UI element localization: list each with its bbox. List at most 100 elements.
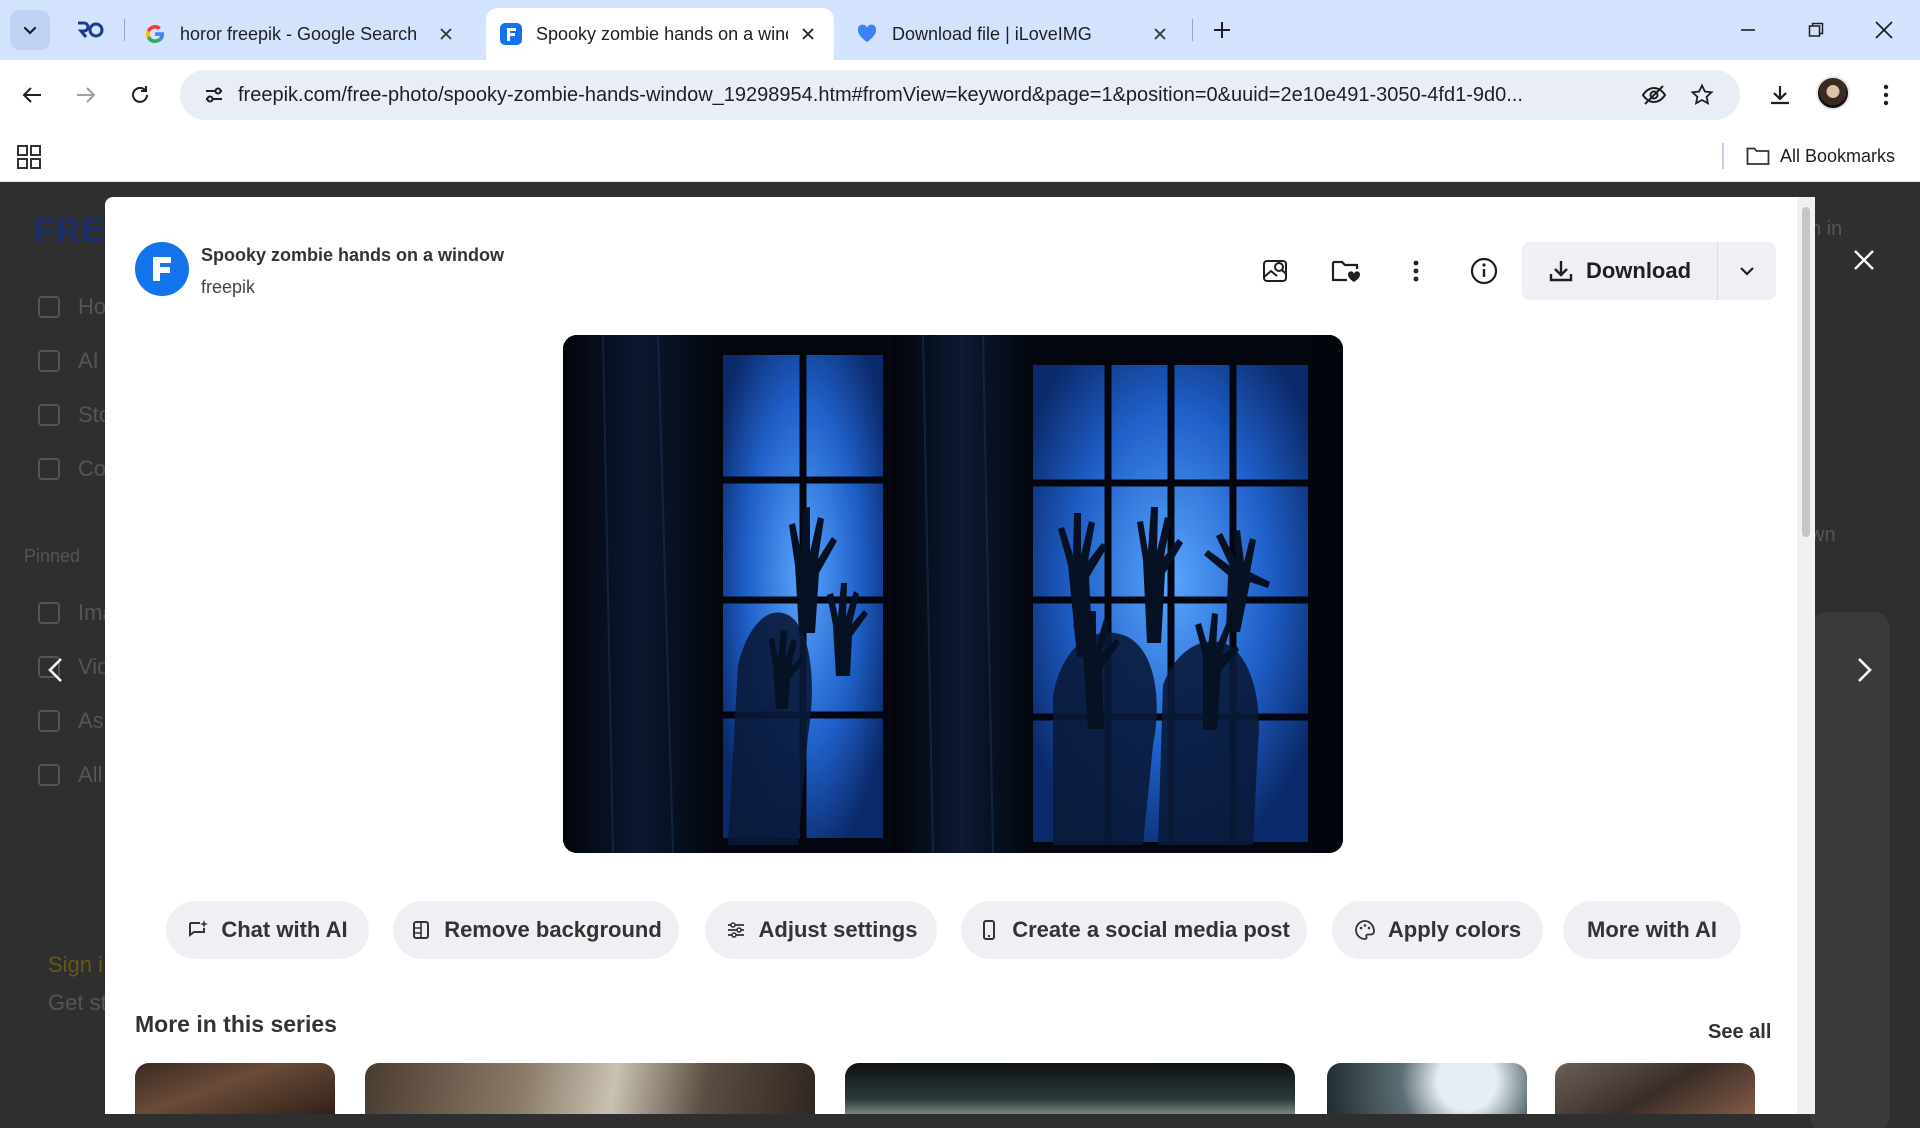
bg-sign-in: Sign i (48, 952, 104, 977)
restore-icon (1808, 22, 1824, 37)
downloads-button[interactable] (1760, 75, 1800, 115)
plus-icon (1214, 22, 1230, 38)
apply-colors-button[interactable]: Apply colors (1332, 901, 1543, 959)
download-label: Download (1585, 258, 1692, 283)
close-icon[interactable] (1148, 22, 1172, 46)
tab-separator (124, 19, 125, 41)
back-button[interactable] (12, 75, 52, 115)
chevron-down-icon (23, 26, 37, 35)
reload-button[interactable] (120, 75, 160, 115)
image-search-icon (1263, 260, 1287, 282)
new-tab-button[interactable] (1206, 14, 1238, 46)
sliders-icon (725, 919, 747, 941)
all-bookmarks-label: All Bookmarks (1780, 145, 1896, 166)
series-thumbnail[interactable] (845, 1063, 1295, 1114)
kebab-menu-icon (1883, 84, 1889, 106)
palette-icon (1354, 919, 1376, 941)
download-button[interactable]: Download (1522, 242, 1718, 300)
address-bar[interactable]: freepik.com/free-photo/spooky-zombie-han… (180, 70, 1740, 120)
all-bookmarks-button[interactable]: All Bookmarks (1746, 142, 1895, 170)
kebab-menu-icon (1413, 260, 1419, 282)
create-social-post-button[interactable]: Create a social media post (961, 901, 1307, 959)
browser-menu-button[interactable] (1866, 75, 1906, 115)
ai-action-label: Adjust settings (758, 917, 918, 942)
close-icon[interactable] (434, 22, 458, 46)
bookmarks-separator (1722, 143, 1724, 169)
bg-sidebar-item: Ho (38, 294, 106, 320)
apps-grid-icon[interactable] (14, 142, 44, 172)
image-search-button[interactable] (1254, 249, 1298, 293)
profile-avatar[interactable] (1816, 76, 1850, 110)
info-button[interactable] (1462, 249, 1506, 293)
tab-title: Download file | iLoveIMG (892, 23, 1092, 44)
ai-action-label: More with AI (1587, 917, 1717, 942)
tab-freepik-active[interactable]: Spooky zombie hands on a window (486, 8, 834, 60)
chevron-down-icon (1740, 267, 1754, 276)
background-logo: FRE (34, 212, 105, 250)
chat-with-ai-button[interactable]: Chat with AI (166, 901, 369, 959)
arrow-left-icon (22, 87, 41, 103)
bg-pinned-label: Pinned (24, 546, 81, 566)
pinned-tab[interactable] (70, 14, 110, 46)
resource-detail-modal: Spooky zombie hands on a window freepik … (105, 197, 1815, 1114)
minimize-icon (1741, 29, 1755, 31)
info-icon (1470, 257, 1498, 285)
bg-sidebar-item: Sto (38, 402, 111, 428)
freepik-logo-icon (153, 257, 171, 281)
minimize-button[interactable] (1718, 8, 1778, 52)
close-icon (1854, 250, 1874, 270)
download-options-button[interactable] (1718, 242, 1776, 300)
tab-search-button[interactable] (10, 10, 50, 50)
ro-logo-icon (77, 21, 104, 38)
restore-button[interactable] (1786, 8, 1846, 52)
preview-image[interactable] (563, 335, 1343, 853)
bg-sidebar-item: Co (38, 456, 106, 482)
download-icon (1771, 86, 1789, 105)
eye-off-icon[interactable] (1634, 75, 1674, 115)
remove-background-button[interactable]: Remove background (393, 901, 679, 959)
download-button-group: Download (1522, 242, 1776, 300)
previous-resource-button[interactable] (36, 650, 76, 690)
ai-action-label: Chat with AI (221, 917, 348, 942)
heart-icon (856, 23, 878, 45)
next-resource-button[interactable] (1844, 650, 1884, 690)
close-icon[interactable] (796, 22, 820, 46)
see-all-link[interactable]: See all (1708, 1021, 1771, 1044)
url-text: freepik.com/free-photo/spooky-zombie-han… (238, 83, 1523, 106)
google-icon (144, 23, 166, 45)
adjust-settings-button[interactable]: Adjust settings (705, 901, 937, 959)
bg-sidebar-item: AI (38, 348, 99, 374)
series-thumbnail[interactable] (135, 1063, 335, 1114)
bg-pinned-item: Ima (38, 600, 115, 626)
close-icon (1875, 21, 1893, 39)
series-thumbnail[interactable] (1327, 1063, 1527, 1114)
tab-iloveimg[interactable]: Download file | iLoveIMG (842, 8, 1186, 60)
save-to-collection-button[interactable] (1324, 249, 1368, 293)
navigation-bar: freepik.com/free-photo/spooky-zombie-han… (0, 60, 1920, 130)
author-name[interactable]: freepik (201, 277, 255, 298)
author-avatar[interactable] (135, 242, 189, 296)
scrollbar-thumb[interactable] (1802, 207, 1810, 537)
reload-icon (132, 86, 148, 103)
remove-bg-icon (410, 919, 432, 941)
more-options-button[interactable] (1394, 249, 1438, 293)
series-section-title: More in this series (135, 1011, 337, 1037)
resource-title: Spooky zombie hands on a window (201, 245, 505, 265)
series-thumbnail[interactable] (1555, 1063, 1755, 1114)
close-window-button[interactable] (1854, 8, 1914, 52)
forward-button[interactable] (66, 75, 106, 115)
tab-google-search[interactable]: horor freepik - Google Search (130, 8, 472, 60)
ai-action-label: Remove background (444, 917, 662, 942)
bookmarks-bar: All Bookmarks (0, 130, 1920, 182)
ai-action-label: Create a social media post (1012, 917, 1290, 942)
modal-close-button[interactable] (1846, 242, 1882, 278)
zombie-hands-window-image (563, 335, 1343, 853)
series-thumbnail[interactable] (365, 1063, 815, 1114)
chat-ai-icon (187, 919, 209, 941)
tab-title: horor freepik - Google Search (180, 23, 418, 44)
site-info-icon[interactable] (190, 70, 238, 120)
more-with-ai-button[interactable]: More with AI (1563, 901, 1741, 959)
bookmark-star-icon[interactable] (1682, 75, 1722, 115)
modal-scrollbar[interactable] (1797, 197, 1815, 1114)
bg-pinned-item: All (38, 762, 102, 788)
